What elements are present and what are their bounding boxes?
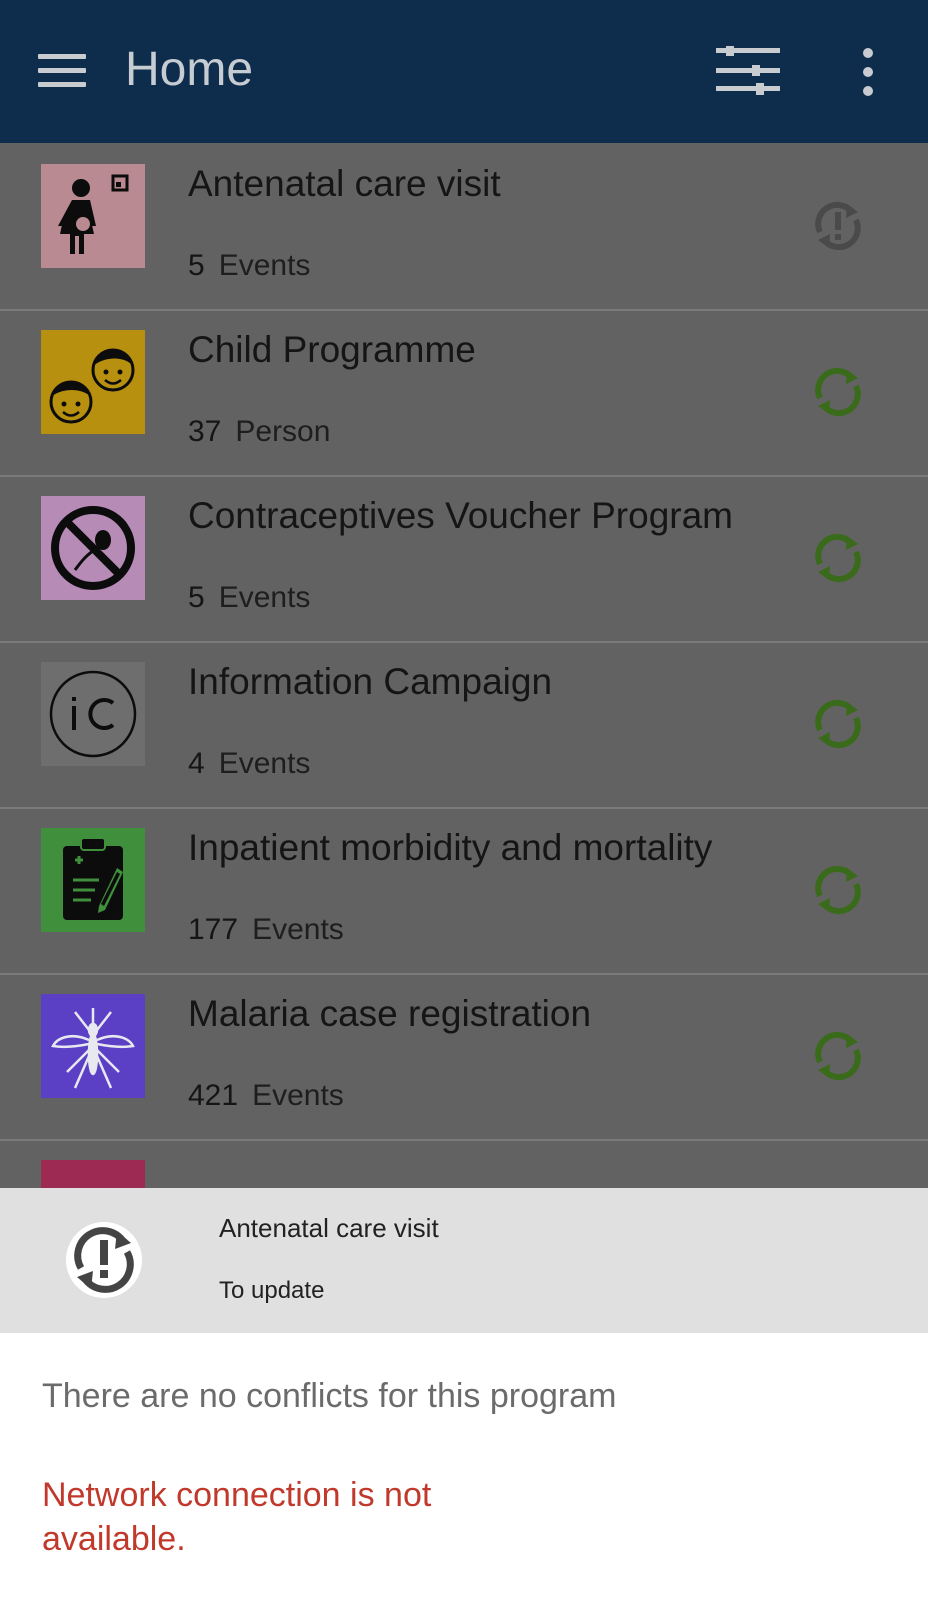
program-row-antenatal[interactable]: Antenatal care visit 5 Events: [0, 143, 928, 311]
count-unit: Person: [235, 415, 331, 448]
program-row-malaria[interactable]: Malaria case registration 421 Events: [0, 973, 928, 1141]
program-name: Antenatal care visit: [188, 163, 501, 204]
more-vertical-icon[interactable]: [860, 48, 876, 96]
mosquito-icon: [41, 994, 145, 1098]
program-name: Contraceptives Voucher Program: [188, 495, 733, 536]
program-count: 4 Events: [188, 747, 310, 781]
no-sperm-icon: [41, 496, 145, 600]
sheet-program-name: Antenatal care visit: [219, 1213, 439, 1243]
sync-icon[interactable]: [810, 1028, 866, 1084]
sync-warning-icon: [66, 1222, 142, 1298]
sync-icon[interactable]: [810, 364, 866, 420]
sheet-sync-state: To update: [219, 1277, 325, 1304]
program-row-inpatient[interactable]: Inpatient morbidity and mortality 177 Eve…: [0, 807, 928, 975]
pregnant-woman-icon: [41, 164, 145, 268]
count-value: 4: [188, 747, 205, 780]
count-value: 5: [188, 581, 205, 614]
clipboard-icon: [41, 828, 145, 932]
program-name: Malaria case registration: [188, 993, 592, 1034]
ic-letters-icon: [41, 662, 145, 766]
children-faces-icon: [41, 330, 145, 434]
program-row-child[interactable]: Child Programme 37 Person: [0, 309, 928, 477]
program-count: 5 Events: [188, 249, 310, 283]
program-list: Antenatal care visit 5 Events Child Prog…: [0, 143, 928, 1188]
network-error-message: Network connection is not available.: [42, 1476, 432, 1558]
program-row-partial[interactable]: [0, 1139, 928, 1188]
filter-sliders-icon[interactable]: [716, 46, 780, 96]
program-count: 37 Person: [188, 415, 330, 449]
sync-icon[interactable]: [810, 696, 866, 752]
count-unit: Events: [218, 249, 311, 282]
program-count: 177 Events: [188, 913, 344, 947]
program-name: Inpatient morbidity and mortality: [188, 827, 713, 868]
program-row-contraceptives[interactable]: Contraceptives Voucher Program 5 Events: [0, 475, 928, 643]
program-count: 5 Events: [188, 581, 310, 615]
count-value: 421: [188, 1079, 239, 1112]
sync-icon[interactable]: [810, 862, 866, 918]
count-unit: Events: [252, 913, 344, 946]
no-conflicts-message: There are no conflicts for this program: [42, 1377, 617, 1415]
count-value: 37: [188, 415, 222, 448]
hamburger-menu-icon[interactable]: [38, 54, 86, 88]
count-unit: Events: [218, 581, 311, 614]
program-icon: [41, 1160, 145, 1188]
count-value: 177: [188, 913, 239, 946]
count-unit: Events: [252, 1079, 344, 1112]
sync-icon[interactable]: [810, 530, 866, 586]
page-title: Home: [125, 43, 254, 96]
program-name: Child Programme: [188, 329, 476, 370]
program-name: Information Campaign: [188, 661, 553, 702]
program-count: 421 Events: [188, 1079, 344, 1113]
count-unit: Events: [218, 747, 311, 780]
program-row-information-campaign[interactable]: Information Campaign 4 Events: [0, 641, 928, 809]
count-value: 5: [188, 249, 205, 282]
app-toolbar: Home: [0, 0, 928, 143]
sync-warning-icon[interactable]: [810, 198, 866, 254]
